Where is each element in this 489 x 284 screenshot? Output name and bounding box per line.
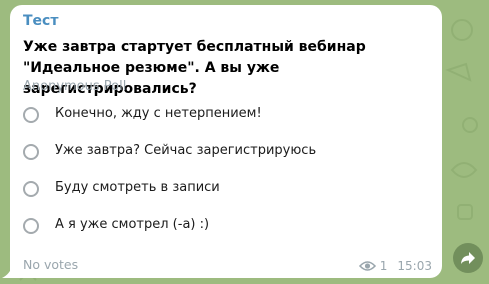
poll-type-label: Anonymous Poll	[23, 79, 127, 94]
radio-circle-icon[interactable]	[23, 181, 39, 197]
radio-circle-icon[interactable]	[23, 144, 39, 160]
eye-icon	[358, 261, 376, 271]
poll-option-label: Конечно, жду с нетерпением!	[55, 106, 262, 121]
poll-option-2[interactable]: Уже завтра? Сейчас зарегистрируюсь	[22, 139, 427, 169]
sender-name[interactable]: Тест	[23, 13, 58, 29]
share-arrow-icon	[461, 252, 475, 264]
poll-option-4[interactable]: А я уже смотрел (-а) :)	[22, 213, 427, 243]
views-count: 1	[379, 259, 388, 273]
share-button[interactable]	[453, 243, 483, 273]
poll-option-label: Уже завтра? Сейчас зарегистрируюсь	[55, 143, 317, 158]
poll-option-3[interactable]: Буду смотреть в записи	[22, 176, 427, 206]
poll-option-label: Буду смотреть в записи	[55, 180, 220, 195]
radio-circle-icon[interactable]	[23, 107, 39, 123]
message-time: 15:03	[397, 259, 432, 273]
radio-circle-icon[interactable]	[23, 218, 39, 234]
message-bubble: Тест Уже завтра стартует бесплатный веби…	[10, 5, 442, 278]
votes-count: No votes	[23, 257, 79, 272]
poll-option-1[interactable]: Конечно, жду с нетерпением!	[22, 102, 427, 132]
poll-option-label: А я уже смотрел (-а) :)	[55, 217, 210, 232]
message-meta: 1 15:03	[358, 258, 432, 274]
